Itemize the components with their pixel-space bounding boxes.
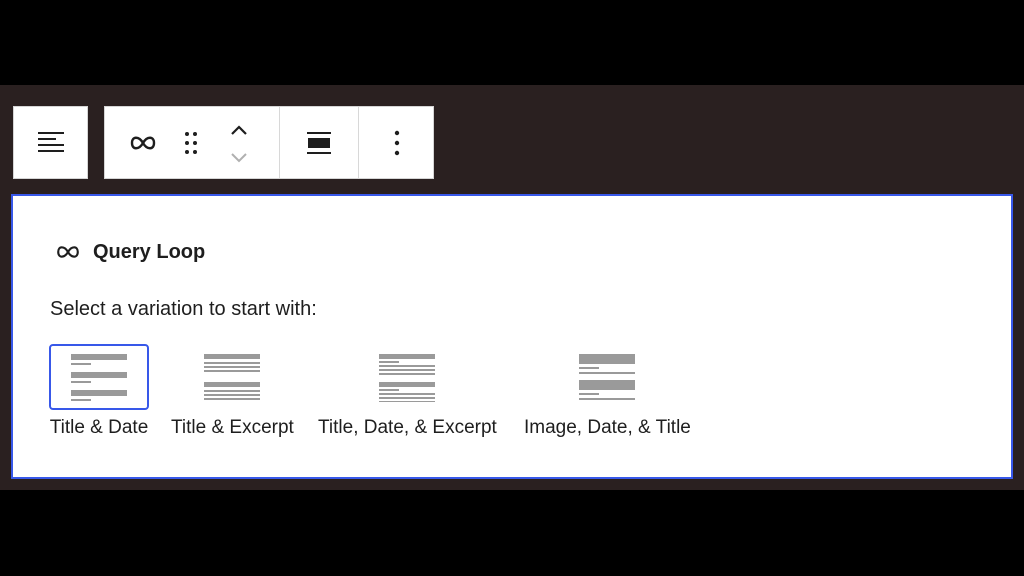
variation-label: Title & Excerpt xyxy=(171,417,294,438)
title-excerpt-pattern-icon xyxy=(204,354,261,400)
chevron-up-icon xyxy=(231,125,247,135)
select-parent-button[interactable] xyxy=(14,107,87,178)
move-up-button[interactable] xyxy=(221,119,257,141)
variation-label: Title, Date, & Excerpt xyxy=(318,417,497,438)
placeholder-instructions: Select a variation to start with: xyxy=(50,298,317,320)
variation-title-date-excerpt[interactable]: Title, Date, & Excerpt xyxy=(318,344,497,439)
block-title: Query Loop xyxy=(55,238,205,266)
block-title-label: Query Loop xyxy=(93,240,206,263)
toolbar-separator xyxy=(358,107,359,178)
variation-thumbnail[interactable] xyxy=(182,344,282,410)
block-toolbar xyxy=(104,106,434,179)
variation-thumbnail[interactable] xyxy=(557,344,657,410)
loop-icon xyxy=(57,246,79,258)
toolbar-separator xyxy=(279,107,280,178)
editor-backdrop: Query Loop Select a variation to start w… xyxy=(0,85,1024,490)
variation-label: Title & Date xyxy=(49,417,149,438)
block-type-button[interactable] xyxy=(119,125,167,161)
align-button[interactable] xyxy=(287,119,351,167)
move-down-button[interactable] xyxy=(221,147,257,169)
variation-label: Image, Date, & Title xyxy=(524,417,691,438)
variation-title-excerpt[interactable]: Title & Excerpt xyxy=(171,344,294,439)
title-date-pattern-icon xyxy=(71,354,127,401)
variation-thumbnail[interactable] xyxy=(49,344,149,410)
drag-handle[interactable] xyxy=(175,125,207,161)
chevron-down-icon xyxy=(231,153,247,163)
drag-handle-icon xyxy=(185,132,197,154)
loop-icon xyxy=(130,136,156,150)
parent-block-toolbar xyxy=(13,106,88,179)
query-loop-placeholder[interactable]: Query Loop Select a variation to start w… xyxy=(11,194,1013,479)
title-date-excerpt-pattern-icon xyxy=(379,354,436,402)
options-button[interactable] xyxy=(367,119,427,167)
align-left-lines-icon xyxy=(37,131,64,152)
align-wide-icon xyxy=(307,132,331,154)
more-vertical-icon xyxy=(394,130,400,156)
variation-title-date[interactable]: Title & Date xyxy=(49,344,149,439)
variation-image-date-title[interactable]: Image, Date, & Title xyxy=(524,344,691,439)
variation-thumbnail[interactable] xyxy=(357,344,457,410)
image-date-title-pattern-icon xyxy=(579,354,636,400)
